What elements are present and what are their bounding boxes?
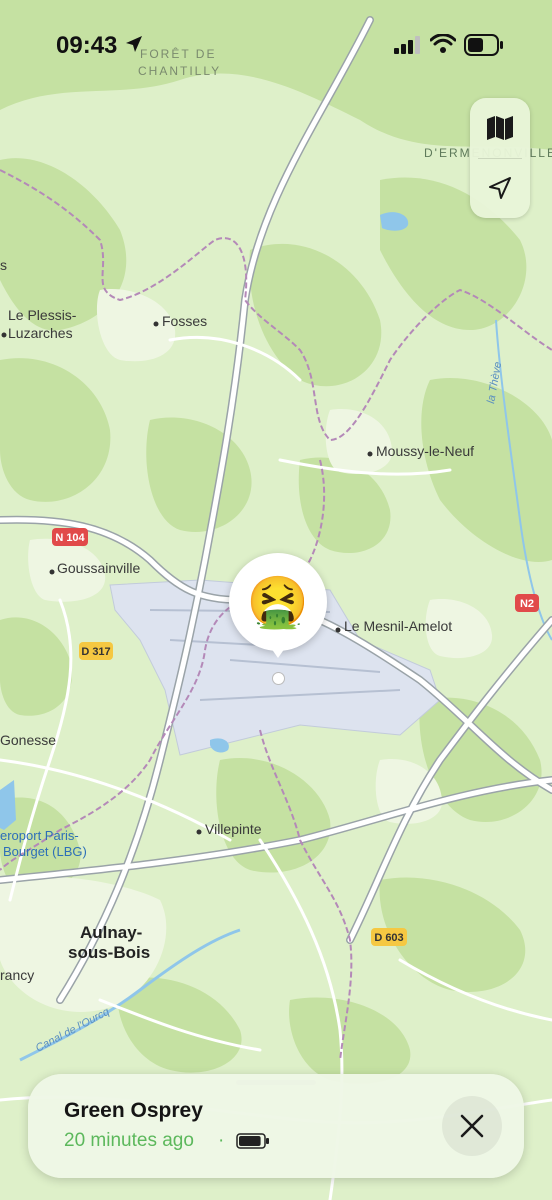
cellular-signal-icon	[394, 36, 420, 54]
wifi-icon	[430, 34, 456, 53]
place-label: Moussy-le-Neuf	[376, 443, 474, 459]
map-icon	[487, 116, 513, 140]
map-mode-button[interactable]	[470, 98, 530, 158]
place-label: eroport Paris-	[0, 828, 79, 843]
pin-emoji-avatar: 🤮	[246, 573, 310, 630]
svg-text:D 603: D 603	[374, 932, 403, 944]
place-dot	[335, 627, 341, 633]
place-label: Gonesse	[0, 732, 56, 748]
place-label: Goussainville	[57, 560, 140, 576]
road-badge-d317: D 317	[79, 642, 113, 660]
pin-pointer	[271, 648, 285, 658]
place-label: Aulnay-	[80, 923, 142, 942]
status-time: 09:43	[56, 32, 118, 59]
map-controls	[470, 98, 530, 218]
place-dot	[1, 332, 7, 338]
svg-text:N 104: N 104	[55, 532, 85, 544]
place-label: s	[0, 257, 7, 273]
svg-text:D 317: D 317	[81, 646, 110, 658]
person-name: Green Osprey	[64, 1099, 203, 1122]
place-label: rancy	[0, 967, 34, 983]
status-bar: 09:43	[0, 0, 552, 90]
person-info-card[interactable]: Green Osprey 20 minutes ago ·	[28, 1074, 524, 1178]
locate-me-button[interactable]	[470, 158, 530, 218]
close-icon	[460, 1114, 484, 1138]
person-location-pin[interactable]: 🤮	[229, 553, 327, 651]
pin-location-dot	[272, 672, 285, 685]
location-services-icon	[126, 36, 142, 52]
device-battery-icon	[236, 1133, 269, 1149]
road-badge-n104: N 104	[52, 528, 88, 546]
subtitle-separator: ·	[218, 1130, 225, 1151]
place-label: Bourget (LBG)	[3, 844, 87, 859]
road-badge-d603: D 603	[371, 928, 407, 946]
place-label: Fosses	[162, 313, 207, 329]
close-button[interactable]	[442, 1096, 502, 1156]
location-arrow-icon	[489, 177, 511, 199]
place-label: sous-Bois	[68, 943, 150, 962]
place-dot	[153, 321, 159, 327]
place-label: Luzarches	[8, 325, 73, 341]
place-dot	[49, 569, 55, 575]
svg-text:N2: N2	[520, 598, 534, 610]
place-label: Le Plessis-	[8, 307, 77, 323]
place-label: Le Mesnil-Amelot	[344, 618, 452, 634]
last-seen-time: 20 minutes ago	[64, 1130, 194, 1151]
place-dot	[196, 829, 202, 835]
battery-icon	[464, 34, 503, 56]
road-badge-n2: N2	[515, 594, 539, 612]
place-dot	[367, 451, 373, 457]
place-label: Villepinte	[205, 821, 262, 837]
